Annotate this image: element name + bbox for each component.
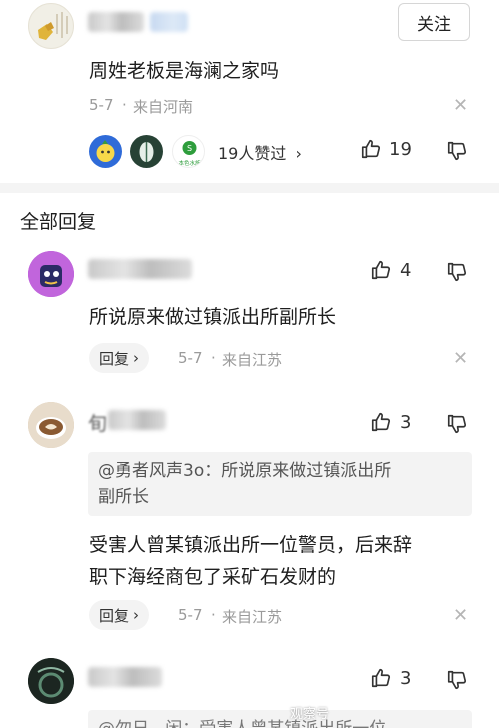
chevron-right-icon: › [133, 349, 140, 367]
reply-2-location: 来自江苏 [222, 608, 283, 626]
svg-text:S: S [187, 144, 192, 153]
thumbs-up-icon [371, 412, 391, 432]
commenter-badge-blurred [150, 12, 188, 32]
reply-1-avatar[interactable] [28, 251, 74, 297]
section-title: 全部回复 [20, 211, 97, 233]
reply-2-name-blurred[interactable] [108, 410, 166, 430]
comment-text: 周姓老板是海澜之家吗 [89, 60, 280, 82]
reply-1-like-button[interactable] [370, 259, 392, 281]
reply-1-dislike-button[interactable] [446, 261, 468, 283]
thumbs-down-icon [447, 670, 467, 690]
comment-location-dot: · [122, 96, 127, 114]
reply-1-location-dot: · [211, 349, 216, 367]
thumbs-down-icon [447, 141, 467, 161]
reply-3-name-blurred[interactable] [88, 667, 162, 687]
reply-1-name-blurred[interactable] [88, 259, 192, 279]
reply-3-avatar[interactable] [28, 658, 74, 704]
reply-3-dislike-button[interactable] [446, 669, 468, 691]
reply-1-reply-label: 回复 [99, 349, 130, 368]
like-button[interactable] [360, 138, 382, 160]
like-count: 19 [389, 139, 412, 160]
thumbs-down-icon [447, 414, 467, 434]
close-icon[interactable]: ✕ [453, 348, 468, 369]
dislike-button[interactable] [446, 140, 468, 162]
thumbs-up-icon [371, 260, 391, 280]
reply-1-reply-button[interactable]: 回复 › [89, 343, 150, 373]
liker-avatar-3[interactable]: S 本色水族 [172, 135, 205, 168]
reply-2-like-button[interactable] [370, 411, 392, 433]
reply-1-like-count: 4 [400, 260, 412, 281]
reply-1-location: 来自江苏 [222, 351, 283, 369]
thumbs-up-icon [361, 139, 381, 159]
reply-2-reply-label: 回复 [99, 606, 130, 625]
close-icon[interactable]: ✕ [453, 95, 468, 116]
reply-3-like-button[interactable] [370, 667, 392, 689]
reply-2-like-count: 3 [400, 412, 412, 433]
chevron-right-icon: › [133, 606, 140, 624]
follow-button[interactable]: 关注 [398, 3, 470, 41]
reply-2-avatar[interactable] [28, 402, 74, 448]
liker-avatar-3-logo-text: 本色水族 [178, 159, 201, 167]
reply-2-name-partial[interactable]: 旬 [88, 409, 107, 436]
reply-1-date: 5-7 [178, 349, 203, 367]
reply-2-quote-line-1: @勇者风声3o：所说原来做过镇派出所 [98, 461, 392, 481]
reply-2-dislike-button[interactable] [446, 413, 468, 435]
reply-3-quote-partial[interactable]: @勿日...闲：受害人曾某镇派出所一位 [88, 710, 472, 728]
reply-2-text-line-1: 受害人曾某镇派出所一位警员，后来辞 [89, 534, 413, 556]
thumbs-down-icon [447, 262, 467, 282]
reply-2-text-line-2: 职下海经商包了采矿石发财的 [89, 566, 337, 588]
liked-by-text: 19人赞过 [218, 144, 287, 163]
watermark-text: 观察号 [290, 707, 330, 722]
section-divider [0, 183, 499, 193]
close-icon[interactable]: ✕ [453, 605, 468, 626]
chevron-right-icon: › [295, 144, 302, 163]
liker-avatar-1[interactable] [89, 135, 122, 168]
reply-2-location-dot: · [211, 606, 216, 624]
liker-avatar-2[interactable] [130, 135, 163, 168]
commenter-avatar[interactable] [28, 3, 74, 49]
reply-2-quote[interactable]: @勇者风声3o：所说原来做过镇派出所 副所长 [88, 452, 472, 516]
reply-2-date: 5-7 [178, 606, 203, 624]
thumbs-up-icon [371, 668, 391, 688]
comment-date: 5-7 [89, 96, 114, 114]
reply-2-quote-line-2: 副所长 [98, 487, 149, 507]
commenter-name-blurred[interactable] [88, 12, 144, 32]
reply-2-reply-button[interactable]: 回复 › [89, 600, 150, 630]
liked-by-link[interactable]: 19人赞过 › [218, 140, 302, 164]
reply-3-like-count: 3 [400, 668, 412, 689]
reply-1-text: 所说原来做过镇派出所副所长 [89, 306, 337, 328]
comment-location: 来自河南 [133, 98, 194, 116]
